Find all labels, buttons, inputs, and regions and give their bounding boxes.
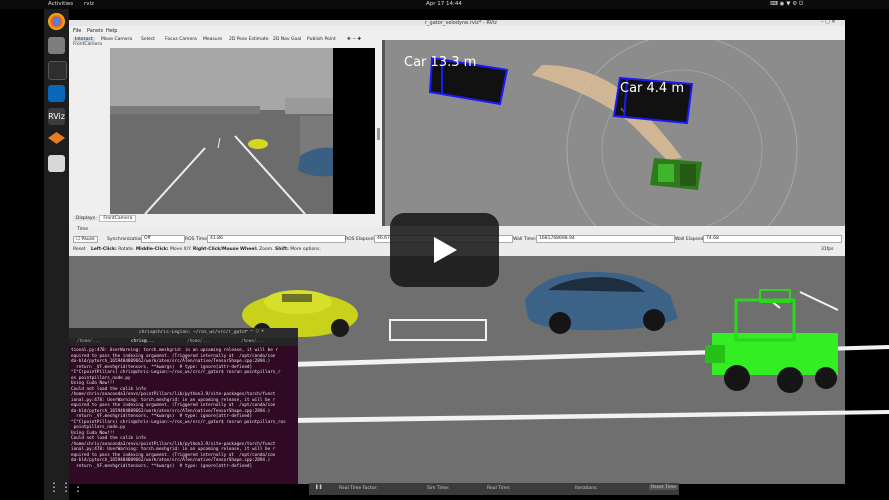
play-button[interactable] [390,213,499,287]
iterations-label: Iterations: [575,486,598,491]
tool-select[interactable]: Select [141,37,155,42]
terminal-line: da-bld/pytorch_1659484809662/work/aten/s… [71,458,271,463]
sync-label: Synchronization: [107,237,145,242]
tool-publish-point[interactable]: Publish Point [307,37,336,42]
terminal-tab-4[interactable]: /home/... [241,339,264,345]
terminal-title: chris@chris-Legion: ~/ros_ws/src/r_gator [139,330,248,335]
vscode-icon[interactable] [48,85,65,102]
tool-2d-pose-estimate[interactable]: 2D Pose Estimate [229,37,269,42]
terminal-window-controls[interactable]: ⋯ ─ ▢ ✕ [245,329,264,335]
pause-button[interactable]: ☐ Pause [73,236,98,243]
tool-measure[interactable]: Measure [203,37,222,42]
rviz-icon[interactable]: RViz [48,108,65,125]
hint-middle-click-text: Move X/Y. [170,247,192,252]
front-camera-view [110,48,375,214]
camera-panel-title: FrontCamera [73,42,103,47]
hint-middle-click: Middle-Click: [135,247,169,252]
app-grid-icon[interactable]: ⋮⋮⋮ [48,479,84,496]
tool-move-camera[interactable]: Move Camera [101,37,132,42]
wall-elapsed-label: Wall Elapsed: [675,237,706,242]
hint-shift-text: More options. [290,247,321,252]
ros-time-label: ROS Time: [185,237,209,242]
hint-shift: Shift: [274,247,289,252]
real-time-factor-label: Real Time Factor: [339,486,378,491]
real-time-label: Real Time: [487,486,511,491]
terminal-tab-1[interactable]: /home/... [77,339,100,345]
wall-elapsed-field[interactable]: 74.68 [703,235,842,243]
tab-displays[interactable]: Displays [73,216,98,221]
terminal-titlebar[interactable]: chris@chris-Legion: ~/ros_ws/src/r_gator… [69,328,298,338]
play-icon [434,237,457,263]
gazebo-icon[interactable] [48,132,65,144]
ego-vehicle-model [650,158,702,190]
terminal-line: tional.py:478: UserWarning: torch.meshgr… [71,348,278,353]
text-editor-icon[interactable] [48,155,65,172]
terminal-output[interactable]: tional.py:478: UserWarning: torch.meshgr… [71,348,296,484]
terminal-line: /home/chris/anaconda3/envs/pointPillars/… [71,392,276,397]
terminal-tab-3[interactable]: /home/... [187,339,210,345]
ros-elapsed-label: ROS Elapsed: [345,237,376,242]
activities-button[interactable]: Activities [48,1,73,7]
status-bar: Reset Left-Click: Rotate. Middle-Click: … [73,247,321,252]
terminal-window: chris@chris-Legion: ~/ros_ws/src/r_gator… [69,328,298,484]
window-controls[interactable]: – ▢ ✕ [821,19,836,25]
sync-select[interactable]: Off [141,235,185,243]
pause-label: Pause [81,237,95,242]
tool-focus-camera[interactable]: Focus Camera [165,37,197,42]
app-menu[interactable]: rviz [84,1,94,7]
clock[interactable]: Apr 17 14:44 [426,1,462,7]
terminal-line: equired to pass the indexing argument. (… [71,403,276,408]
menu-panels[interactable]: Panels [87,28,103,34]
fps-readout: 31fps [821,247,834,252]
terminal-tab-2[interactable]: chris@... [131,339,154,345]
tab-frontcamera[interactable]: FrontCamera [99,215,137,222]
hint-right-click: Right-Click/Mouse Wheel: [192,247,258,252]
detection-label-1: Car 13.3 m [404,55,477,70]
toolbar-add-remove[interactable]: ✥ − ✚ [347,37,361,42]
hint-left-click-text: Rotate. [118,247,135,252]
terminal-line: ^C^C(pointPillars) chris@chris-Legion:~/… [71,370,281,375]
wall-time-label: Wall Time: [513,237,537,242]
reset-time-button[interactable]: Reset Time [649,485,679,490]
terminal-line: da-bld/pytorch_1659484809662/work/aten/s… [71,359,271,364]
wall-time-field[interactable]: 1681768698.94 [536,235,675,243]
panel-tabs: Displays FrontCamera [73,215,137,224]
cursor-icon: ↖ [620,107,625,114]
gazebo-status-bar: ❚❚ Real Time Factor: Sim Time: Real Time… [309,483,679,495]
files-icon[interactable] [48,37,65,54]
top-bar: Activities rviz Apr 17 14:44 ⌨ ◉ ▼ ⚙ ⏻ [0,0,889,9]
detection-label-2: Car 4.4 m [620,81,684,96]
menu-help[interactable]: Help [106,28,117,34]
terminal-line: ional.py:478: UserWarning: torch.meshgri… [71,447,276,452]
play-pause-icon[interactable]: ❚❚ [315,485,323,490]
hint-right-click-text: Zoom. [259,247,274,252]
menu-file[interactable]: File [73,28,81,34]
ros-time-field[interactable]: 41.86 [207,235,346,243]
reset-button[interactable]: Reset [73,247,90,252]
menu-bar: File Panels Help [69,26,845,35]
terminal-line: return _VF.meshgrid(tensors, **kwargs) #… [71,463,253,469]
terminal-tabs: /home/... chris@... /home/... /home/... [69,338,298,346]
tool-2d-nav-goal[interactable]: 2D Nav Goal [273,37,301,42]
time-panel-title: Time [77,227,89,232]
front-camera-image [110,48,375,214]
terminal-icon[interactable] [48,61,67,80]
hint-left-click: Left-Click: [91,247,117,252]
splitter[interactable] [377,128,380,140]
system-tray-icons[interactable]: ⌨ ◉ ▼ ⚙ ⏻ [770,1,803,8]
chrome-icon[interactable] [48,13,65,30]
sim-time-label: Sim Time: [427,486,450,491]
dock: RViz ⋮⋮⋮ [44,9,84,500]
